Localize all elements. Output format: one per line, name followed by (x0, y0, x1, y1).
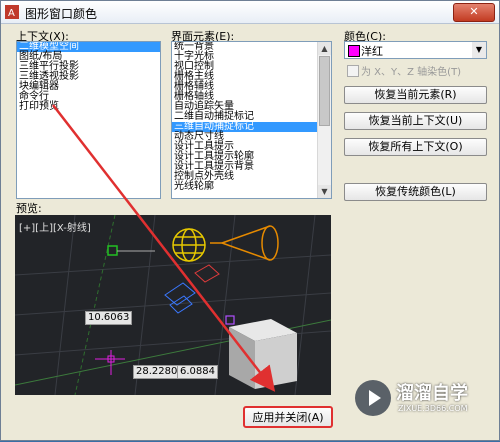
annotation-arrow (52, 104, 276, 392)
dialog-window: A 图形窗口颜色 ✕ 上下文(X): 二维模型空间 图纸/布局 三维平行投影 三维透视… (0, 0, 500, 441)
